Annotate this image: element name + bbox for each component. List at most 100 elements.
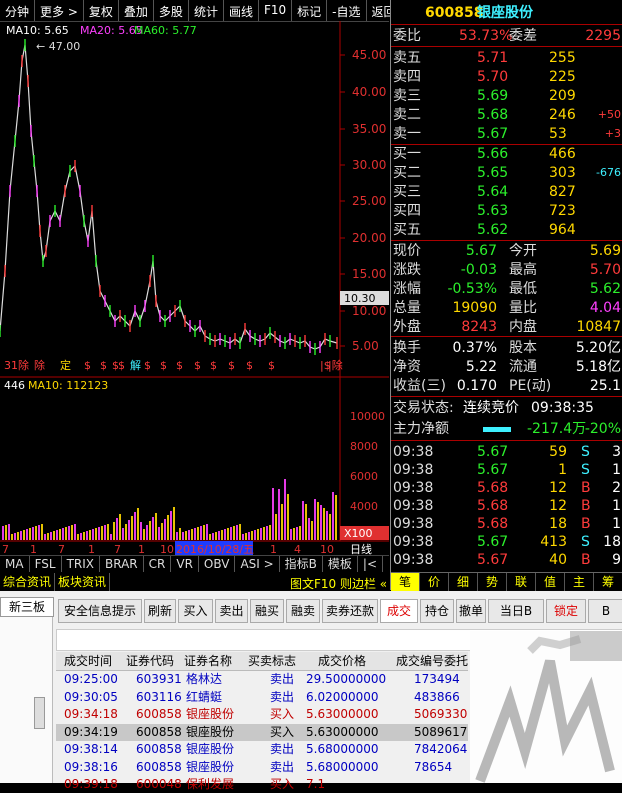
info-tab[interactable]: 板块资讯	[55, 573, 111, 591]
trade-button[interactable]: 安全信息提示	[58, 599, 142, 623]
event-marker[interactable]: $	[210, 359, 217, 372]
trade-button[interactable]: 融买	[250, 599, 284, 623]
quote-panel-tab[interactable]: 笔	[391, 573, 420, 591]
toolbar-button[interactable]: F10	[259, 0, 293, 21]
event-marker[interactable]: $	[118, 359, 125, 372]
indicator-tab[interactable]: CR	[144, 556, 172, 572]
column-header[interactable]: 委托	[444, 652, 468, 670]
event-marker[interactable]: $	[160, 359, 167, 372]
indicator-tab[interactable]: ASI >	[235, 556, 280, 572]
trade-button[interactable]: 当日B	[488, 599, 544, 623]
indicator-tab[interactable]: TRIX	[62, 556, 100, 572]
column-header[interactable]: 成交编号	[396, 652, 444, 670]
toolbar-button[interactable]: 标记	[292, 0, 328, 21]
weibi-label: 委比	[393, 28, 421, 44]
toolbar-button[interactable]: 多股	[154, 0, 189, 21]
quote-panel-tab[interactable]: 势	[478, 573, 507, 591]
table-row[interactable]: 09:25:00 603931 格林达 卖出 29.50000000 173494	[56, 671, 468, 688]
quote-panel-tab[interactable]: 价	[420, 573, 449, 591]
table-row[interactable]: 09:38:14 600858 银座股份 卖出 5.68000000 7842064	[56, 741, 468, 758]
indicator-tab[interactable]: OBV	[199, 556, 236, 572]
column-header[interactable]: 证券代码	[126, 652, 174, 670]
sidebar-toggle[interactable]: 图文F10 则边栏 «	[290, 575, 387, 592]
volume-bar	[215, 532, 217, 540]
trade-button[interactable]: 融卖	[286, 599, 320, 623]
table-row[interactable]: 09:30:05 603116 红蜻蜓 卖出 6.02000000 483866	[56, 689, 468, 706]
tree-scrollbar[interactable]	[34, 697, 45, 729]
toolbar-button[interactable]: 更多 >	[35, 0, 84, 21]
trade-button[interactable]: 锁定	[546, 599, 586, 623]
sells-row[interactable]: 卖二 5.68 246 +50	[391, 106, 622, 124]
event-marker[interactable]: $	[112, 359, 119, 372]
quote-panel-tab[interactable]: 值	[536, 573, 565, 591]
volume-bar	[224, 529, 226, 540]
volume-bar	[296, 527, 298, 540]
buys-row[interactable]: 买二 5.65 303 -676	[391, 164, 622, 182]
table-row[interactable]: 09:34:19 600858 银座股份 买入 5.63000000 5089617	[56, 723, 468, 741]
buys-row[interactable]: 买一 5.66 466	[391, 145, 622, 163]
indicator-tab[interactable]: 模板	[323, 556, 358, 572]
volume-bar	[281, 504, 283, 540]
toolbar-button[interactable]: 复权	[84, 0, 119, 21]
trade-button[interactable]: 卖出	[215, 599, 248, 623]
indicator-tab[interactable]: FSL	[30, 556, 62, 572]
toolbar-button[interactable]: 分钟	[0, 0, 36, 21]
buys-row[interactable]: 买五 5.62 964	[391, 221, 622, 239]
quote-panel-tab[interactable]: 主	[565, 573, 594, 591]
sells-row[interactable]: 卖一 5.67 53 +3	[391, 125, 622, 143]
quote-panel-tab[interactable]: 细	[449, 573, 478, 591]
event-marker[interactable]: $	[246, 359, 253, 372]
status-time: 09:38:35	[531, 400, 594, 416]
indicator-tab[interactable]: |<	[358, 556, 384, 572]
trade-button[interactable]: 刷新	[144, 599, 176, 623]
sells-row[interactable]: 卖三 5.69 209	[391, 87, 622, 105]
indicator-tab[interactable]: 指标B	[280, 556, 323, 572]
quote-panel-tab[interactable]: 联	[507, 573, 536, 591]
indicator-tab[interactable]: MA	[0, 556, 30, 572]
toolbar-button[interactable]: 画线	[224, 0, 259, 21]
trade-button[interactable]: 撤单	[456, 599, 486, 623]
trade-button[interactable]: 成交	[380, 599, 418, 623]
event-marker[interactable]: 除	[18, 358, 29, 372]
buys-row[interactable]: 买三 5.64 827	[391, 183, 622, 201]
info-tab[interactable]: 综合资讯	[0, 573, 56, 591]
indicator-tab[interactable]: BRAR	[100, 556, 144, 572]
trade-button[interactable]: 买入	[178, 599, 213, 623]
column-header[interactable]: 证券名称	[184, 652, 232, 670]
event-marker[interactable]: $	[268, 359, 275, 372]
quote-panel-tab[interactable]: 筹	[594, 573, 622, 591]
tree-panel[interactable]	[0, 617, 53, 783]
trade-button[interactable]: 持仓	[420, 599, 454, 623]
sidebar-tab-neeq[interactable]: 新三板	[0, 597, 54, 617]
column-header[interactable]: 成交价格	[318, 652, 366, 670]
event-marker[interactable]: 定	[60, 358, 71, 372]
table-row[interactable]: 09:38:16 600858 银座股份 卖出 5.68000000 78654	[56, 759, 468, 776]
event-marker[interactable]: $	[194, 359, 201, 372]
trade-button[interactable]: 卖券还款	[322, 599, 378, 623]
column-header[interactable]: 成交时间	[64, 652, 112, 670]
sells-row[interactable]: 卖五 5.71 255	[391, 49, 622, 67]
indicator-tab[interactable]: VR	[171, 556, 199, 572]
event-marker[interactable]: $	[228, 359, 235, 372]
toolbar-button[interactable]: 统计	[189, 0, 224, 21]
event-marker[interactable]: 除	[34, 358, 45, 372]
toolbar-button[interactable]: -自选	[327, 0, 367, 21]
event-marker[interactable]: $	[84, 359, 91, 372]
event-marker[interactable]: |除	[328, 358, 343, 372]
toolbar-button[interactable]: 叠加	[119, 0, 154, 21]
sells-row[interactable]: 卖四 5.70 225	[391, 68, 622, 86]
kline-chart[interactable]: MA10: 5.65 MA20: 5.65MA60: 5.7745.0040.00…	[0, 21, 389, 570]
event-marker[interactable]: $	[144, 359, 151, 372]
event-marker[interactable]: 31	[4, 359, 18, 372]
buys-row[interactable]: 买四 5.63 723	[391, 202, 622, 220]
table-row[interactable]: 09:34:18 600858 银座股份 买入 5.63000000 5069330	[56, 706, 468, 723]
event-marker[interactable]: $	[100, 359, 107, 372]
trade-button[interactable]: B	[588, 599, 622, 623]
event-marker[interactable]: $	[176, 359, 183, 372]
column-header[interactable]: 买卖标志	[248, 652, 296, 670]
event-marker[interactable]: 解	[130, 358, 141, 372]
quote-label: 总量	[393, 300, 421, 316]
table-row[interactable]: 09:39:18 600048 保利发展 买入 7.1	[56, 776, 468, 793]
tick-volume: 413	[540, 534, 567, 550]
volume-bar	[272, 488, 274, 540]
